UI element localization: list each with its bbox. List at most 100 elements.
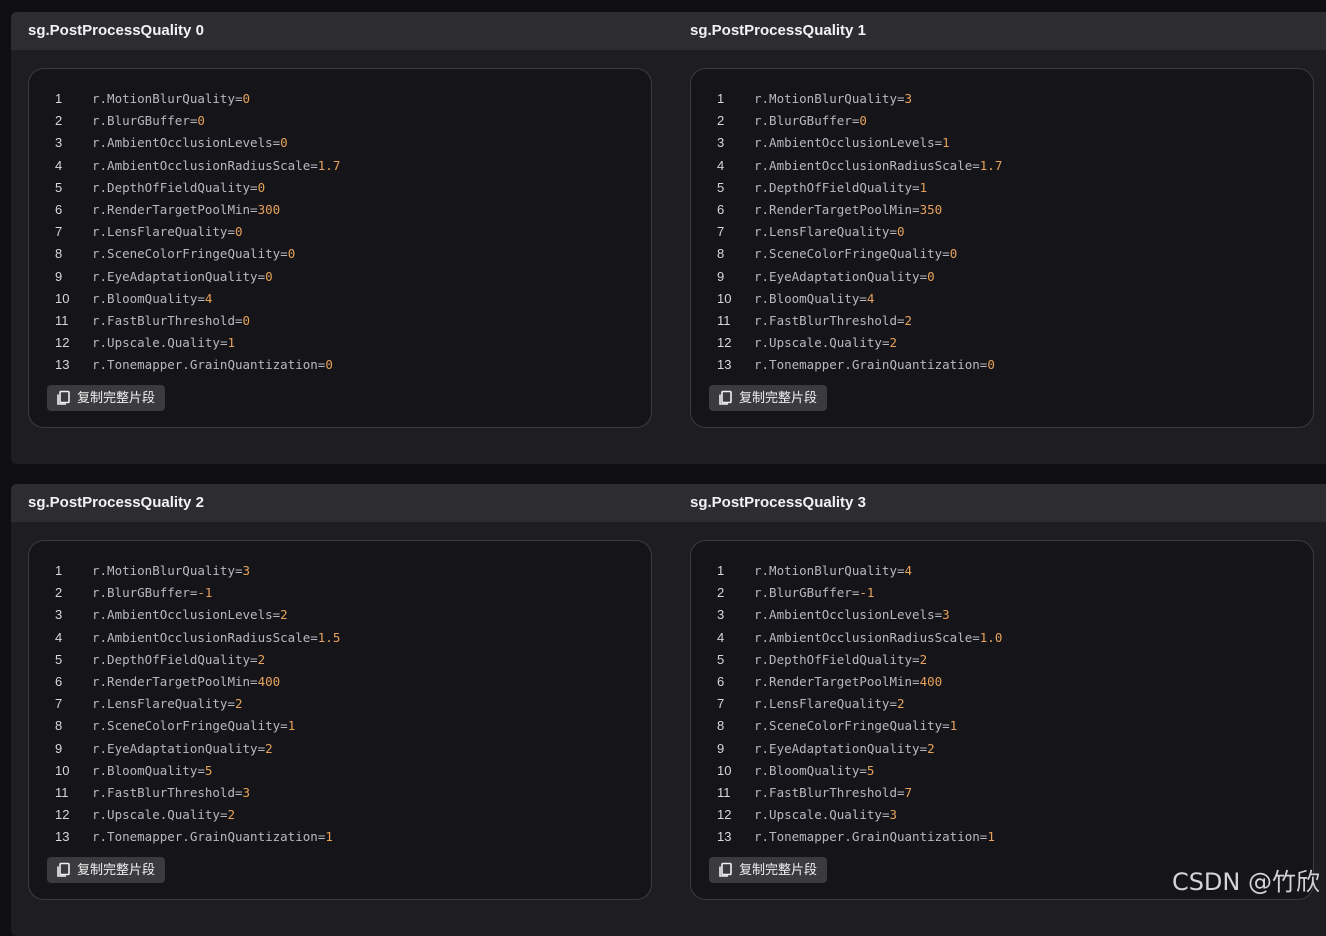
equals-sign: = xyxy=(897,784,905,800)
setting-key: r.BlurGBuffer xyxy=(754,585,852,601)
equals-sign: = xyxy=(942,246,950,262)
setting-value: 2 xyxy=(927,740,935,756)
setting-value: 300 xyxy=(257,201,281,217)
copy-snippet-button[interactable]: 复制完整片段 xyxy=(47,385,166,411)
setting-value: 0 xyxy=(897,224,905,240)
setting-key: r.MotionBlurQuality xyxy=(754,563,897,578)
setting-key: r.RenderTargetPoolMin xyxy=(754,201,913,217)
copy-snippet-button[interactable]: 复制完整片段 xyxy=(709,857,828,883)
setting-value: 400 xyxy=(919,673,943,689)
equals-sign: = xyxy=(257,740,266,756)
code-block: 1 r.MotionBlurQuality=3 2 r.BlurGBuffer=-1 3… xyxy=(28,540,652,900)
setting-value: 1 xyxy=(987,829,995,845)
code-line: 7 r.LensFlareQuality=2 xyxy=(691,693,1313,715)
copy-icon xyxy=(57,862,70,877)
settings-block-bottom: sg.PostProcessQuality 2 sg.PostProcessQu… xyxy=(11,484,1326,936)
code-line: 4 r.AmbientOcclusionRadiusScale=1.0 xyxy=(691,627,1313,649)
setting-key: r.Upscale.Quality xyxy=(92,335,220,351)
setting-value: 0 xyxy=(287,246,296,262)
equals-sign: = xyxy=(257,268,266,284)
line-number: 2 xyxy=(55,585,63,601)
setting-key: r.LensFlareQuality xyxy=(92,224,228,240)
code-line: 8 r.SceneColorFringeQuality=1 xyxy=(691,715,1313,737)
line-number: 10 xyxy=(717,762,732,778)
line-number: 6 xyxy=(717,673,725,689)
setting-value: 3 xyxy=(242,784,251,800)
setting-value: 7 xyxy=(904,784,913,800)
setting-key: r.BloomQuality xyxy=(92,290,198,306)
line-number: 10 xyxy=(55,290,70,306)
setting-key: r.RenderTargetPoolMin xyxy=(92,673,251,689)
setting-value: 1 xyxy=(227,335,235,351)
line-number: 10 xyxy=(717,290,732,306)
equals-sign: = xyxy=(897,563,905,578)
copy-snippet-button[interactable]: 复制完整片段 xyxy=(47,857,166,883)
copy-icon xyxy=(719,862,732,877)
equals-sign: = xyxy=(250,201,258,217)
setting-key: r.Upscale.Quality xyxy=(754,335,882,351)
code-line: 10 r.BloomQuality=5 xyxy=(29,760,651,782)
code-line: 9 r.EyeAdaptationQuality=2 xyxy=(691,738,1313,760)
block-header: sg.PostProcessQuality 2 sg.PostProcessQu… xyxy=(11,484,1326,522)
equals-sign: = xyxy=(912,651,920,667)
equals-sign: = xyxy=(972,629,980,645)
code-line: 13 r.Tonemapper.GrainQuantization=1 xyxy=(691,826,1313,848)
setting-key: r.RenderTargetPoolMin xyxy=(754,673,913,689)
code-line: 12 r.Upscale.Quality=3 xyxy=(691,804,1313,826)
setting-key: r.AmbientOcclusionLevels xyxy=(92,607,273,623)
setting-key: r.AmbientOcclusionLevels xyxy=(754,607,935,623)
line-number: 2 xyxy=(717,585,725,601)
line-number: 1 xyxy=(55,563,63,578)
code-line: 5 r.DepthOfFieldQuality=0 xyxy=(29,177,651,199)
code-line: 12 r.Upscale.Quality=2 xyxy=(691,332,1313,354)
line-number: 9 xyxy=(717,268,725,284)
settings-block-top: sg.PostProcessQuality 0 sg.PostProcessQu… xyxy=(11,12,1326,464)
copy-snippet-button[interactable]: 复制完整片段 xyxy=(709,385,828,411)
setting-key: r.FastBlurThreshold xyxy=(754,784,897,800)
setting-value: 1 xyxy=(919,179,928,195)
setting-value: 2 xyxy=(257,651,266,667)
code-lines: 1 r.MotionBlurQuality=3 2 r.BlurGBuffer=-1 3… xyxy=(29,560,651,848)
setting-value: 2 xyxy=(919,651,928,667)
line-number: 4 xyxy=(717,629,725,645)
code-line: 8 r.SceneColorFringeQuality=0 xyxy=(691,243,1313,265)
line-number: 1 xyxy=(717,91,725,106)
line-number: 10 xyxy=(55,762,70,778)
copy-snippet-label: 复制完整片段 xyxy=(77,390,156,405)
setting-key: r.BloomQuality xyxy=(754,290,860,306)
section-title: sg.PostProcessQuality 2 xyxy=(28,494,204,511)
setting-key: r.FastBlurThreshold xyxy=(92,312,235,328)
setting-key: r.AmbientOcclusionRadiusScale xyxy=(754,157,973,173)
code-line: 11 r.FastBlurThreshold=0 xyxy=(29,310,651,332)
copy-snippet-label: 复制完整片段 xyxy=(77,862,156,877)
setting-value: 0 xyxy=(257,179,266,195)
setting-key: r.AmbientOcclusionLevels xyxy=(92,135,273,151)
line-number: 12 xyxy=(717,335,732,351)
setting-value: 0 xyxy=(265,268,273,284)
setting-value: 1.5 xyxy=(317,629,341,645)
code-line: 9 r.EyeAdaptationQuality=0 xyxy=(691,266,1313,288)
line-number: 1 xyxy=(717,563,725,578)
equals-sign: = xyxy=(250,651,258,667)
code-line: 2 r.BlurGBuffer=-1 xyxy=(29,582,651,604)
equals-sign: = xyxy=(897,91,905,106)
setting-key: r.DepthOfFieldQuality xyxy=(754,179,913,195)
section-title: sg.PostProcessQuality 3 xyxy=(690,494,866,511)
watermark: CSDN @竹欣 xyxy=(1171,868,1320,896)
setting-value: 2 xyxy=(889,335,897,351)
code-block: 1 r.MotionBlurQuality=4 2 r.BlurGBuffer=-1 3… xyxy=(690,540,1314,900)
setting-key: r.BlurGBuffer xyxy=(92,113,190,129)
setting-key: r.FastBlurThreshold xyxy=(754,312,897,328)
equals-sign: = xyxy=(310,629,318,645)
equals-sign: = xyxy=(310,157,318,173)
line-number: 11 xyxy=(55,784,69,800)
setting-value: 0 xyxy=(242,91,251,106)
code-line: 1 r.MotionBlurQuality=0 xyxy=(29,88,651,110)
equals-sign: = xyxy=(859,762,867,778)
setting-value: 0 xyxy=(325,357,333,373)
equals-sign: = xyxy=(235,91,243,106)
code-line: 11 r.FastBlurThreshold=3 xyxy=(29,782,651,804)
code-line: 5 r.DepthOfFieldQuality=1 xyxy=(691,177,1313,199)
setting-key: r.LensFlareQuality xyxy=(754,696,890,712)
equals-sign: = xyxy=(942,718,950,734)
